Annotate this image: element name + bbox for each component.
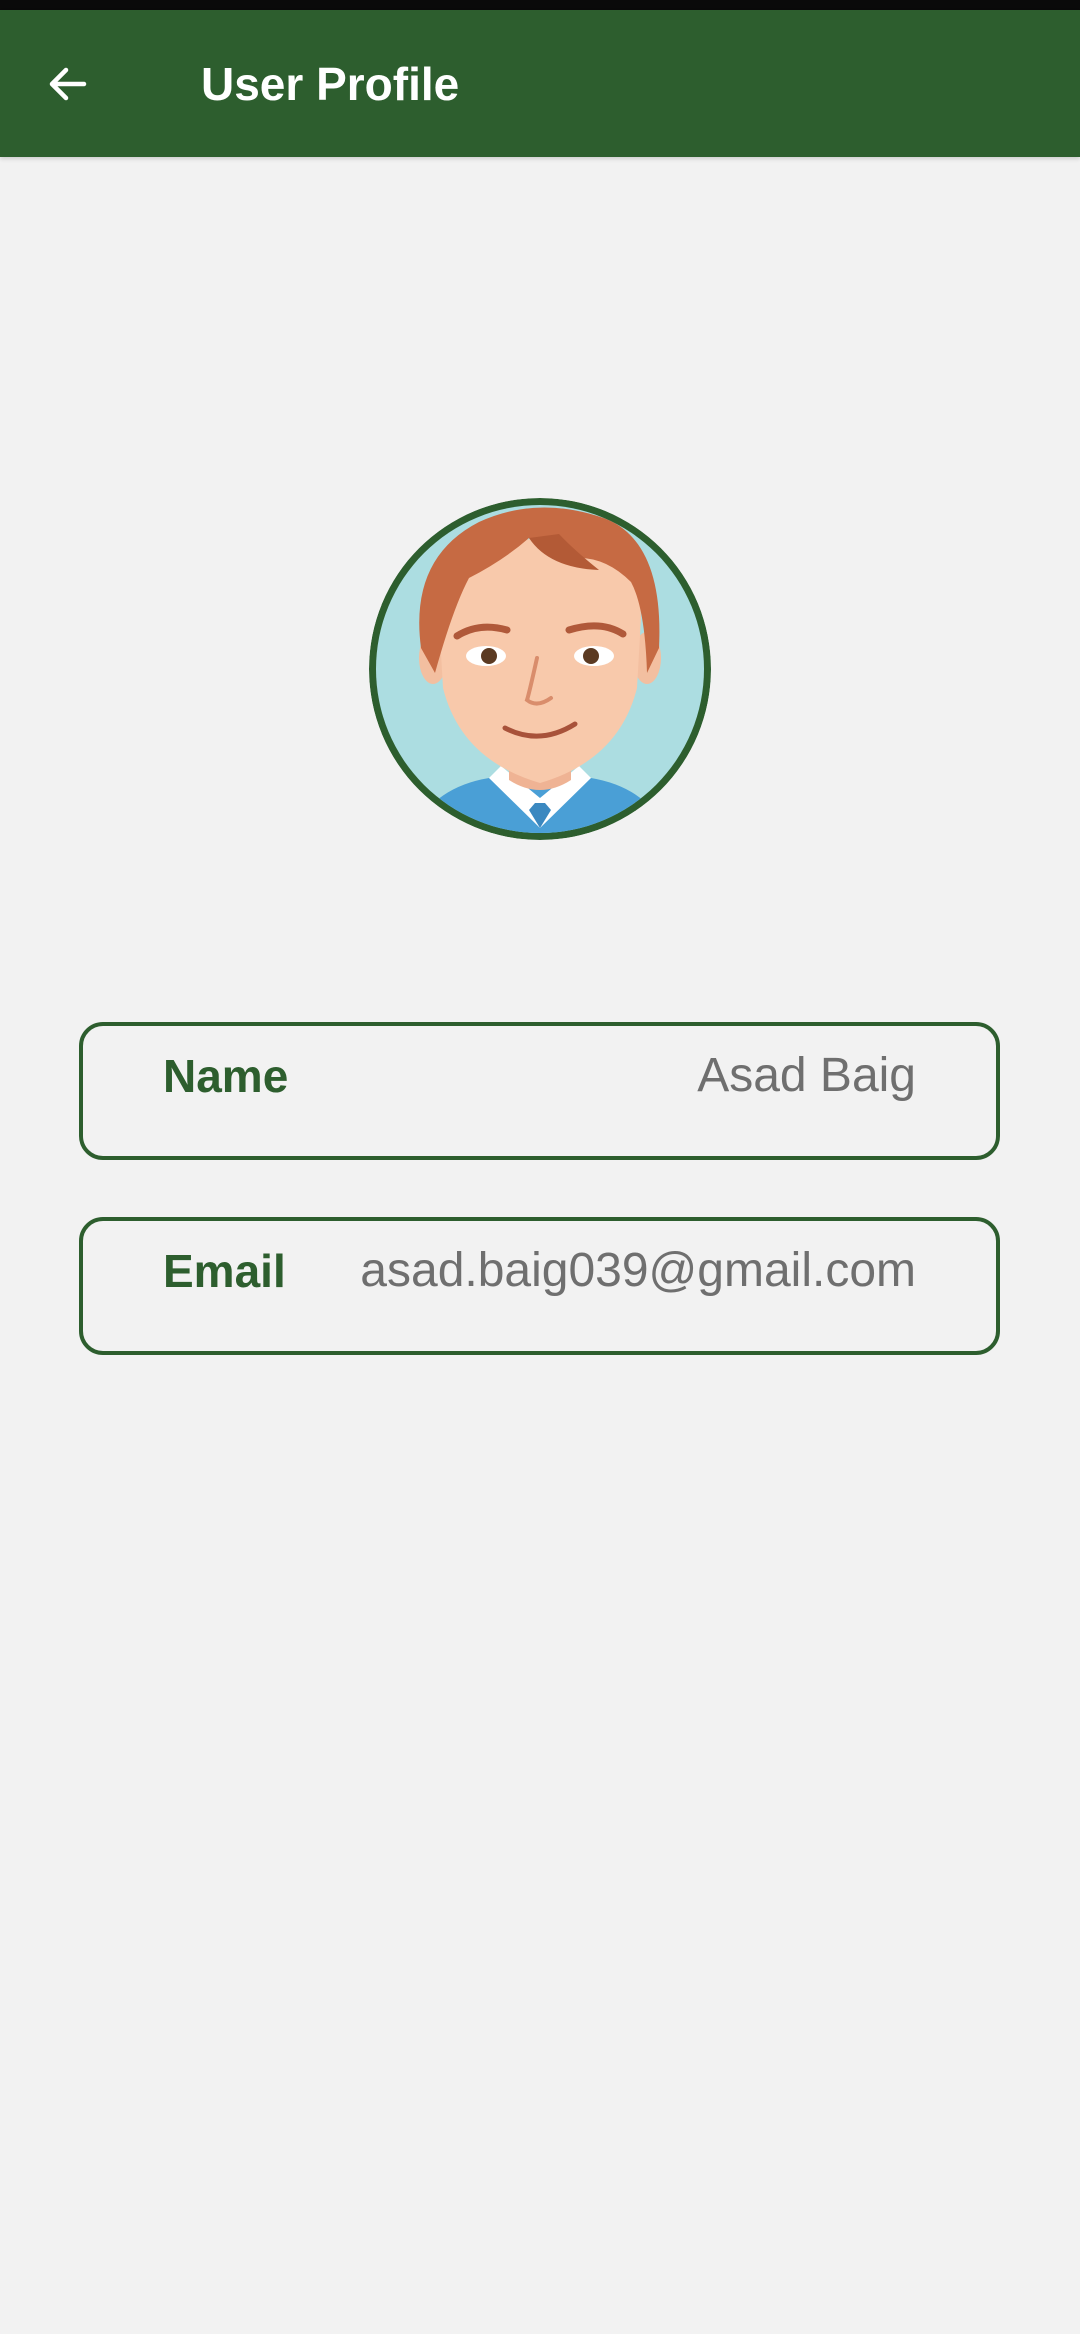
email-card: Email asad.baig039@gmail.com — [79, 1217, 1000, 1355]
status-bar — [0, 0, 1080, 10]
back-button[interactable] — [34, 50, 102, 118]
avatar — [369, 498, 711, 840]
name-card: Name Asad Baig — [79, 1022, 1000, 1160]
name-label: Name — [163, 1050, 289, 1102]
name-value: Asad Baig — [697, 1049, 916, 1102]
email-label: Email — [163, 1245, 286, 1297]
app-bar: User Profile — [0, 10, 1080, 157]
email-value: asad.baig039@gmail.com — [360, 1244, 916, 1297]
arrow-left-icon — [49, 67, 87, 101]
cartoon-man-avatar-icon — [369, 498, 711, 840]
page-title: User Profile — [201, 58, 460, 110]
